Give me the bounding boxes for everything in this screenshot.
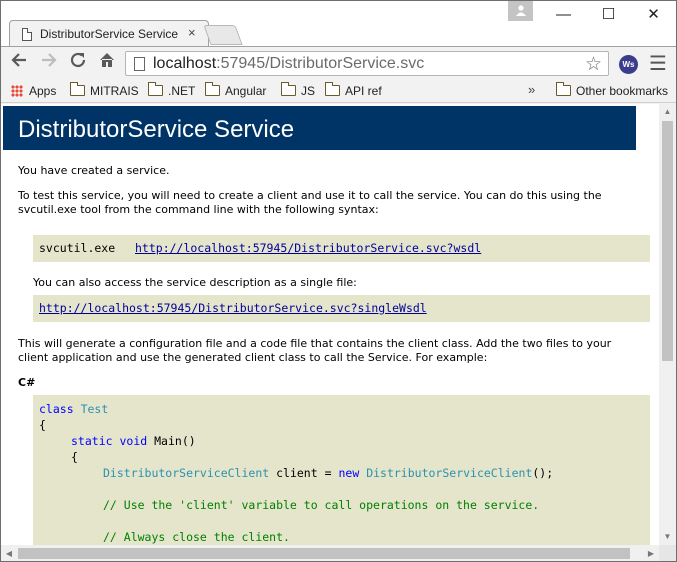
vertical-scrollbar[interactable]: ▲ ▼ <box>659 104 676 545</box>
generate-line-1: This will generate a configuration file … <box>18 337 612 350</box>
address-bar[interactable]: localhost:57945/DistributorService.svc ☆ <box>125 51 609 76</box>
url-text[interactable]: localhost:57945/DistributorService.svc <box>153 55 424 73</box>
maximize-button[interactable]: ☐ <box>586 1 631 29</box>
single-file-text: You can also access the service descript… <box>33 276 357 289</box>
svcutil-code-box: svcutil.exe http://localhost:57945/Distr… <box>33 235 650 262</box>
single-wsdl-link[interactable]: http://localhost:57945/DistributorServic… <box>39 301 427 315</box>
browser-window: DistributorService Service × — ☐ ✕ local… <box>0 0 677 562</box>
bookmark-folder[interactable]: JS <box>281 82 315 100</box>
folder-icon <box>556 82 571 96</box>
more-bookmarks-chevron[interactable]: » <box>528 82 535 97</box>
folder-icon <box>281 82 296 96</box>
page-icon <box>22 28 32 41</box>
apps-grid-icon <box>11 85 23 97</box>
code-comment-2: // Always close the client. <box>103 530 290 544</box>
page-title: DistributorService Service <box>18 116 295 143</box>
folder-icon <box>148 82 163 96</box>
folder-icon <box>70 82 85 96</box>
browser-tab[interactable]: DistributorService Service × <box>9 20 209 47</box>
minimize-button[interactable]: — <box>541 1 586 29</box>
back-arrow-icon[interactable] <box>7 51 31 75</box>
horizontal-scrollbar[interactable]: ◀ ▶ <box>1 545 659 561</box>
code-line-brace: { <box>39 418 46 432</box>
tab-title: DistributorService Service <box>40 27 179 41</box>
generate-line-2: client application and use the generated… <box>18 351 488 364</box>
scroll-down-icon[interactable]: ▼ <box>659 529 676 545</box>
home-icon[interactable] <box>95 51 119 75</box>
extension-icon[interactable]: Ws <box>619 55 638 74</box>
new-tab-button[interactable] <box>203 25 243 45</box>
svcutil-command: svcutil.exe <box>39 241 116 255</box>
document-icon <box>134 57 145 71</box>
page-content: DistributorService Service You have crea… <box>1 104 659 545</box>
reload-icon[interactable] <box>66 51 90 75</box>
other-bookmarks[interactable]: Other bookmarks <box>556 82 668 100</box>
scroll-left-icon[interactable]: ◀ <box>1 545 17 561</box>
code-line-main: static void Main() <box>71 434 196 448</box>
bookmark-folder[interactable]: .NET <box>148 82 195 100</box>
bookmark-apps[interactable]: Apps <box>11 82 56 100</box>
menu-icon[interactable]: ☰ <box>649 51 667 76</box>
bookmark-star-icon[interactable]: ☆ <box>585 53 602 76</box>
wsdl-link[interactable]: http://localhost:57945/DistributorServic… <box>135 241 481 255</box>
scrollbar-corner <box>659 545 676 561</box>
csharp-code-box: class Test { static void Main() { Distri… <box>33 395 650 545</box>
instructions-line-2: svcutil.exe tool from the command line w… <box>18 203 379 216</box>
bookmark-folder[interactable]: API ref <box>325 82 382 100</box>
code-comment-1: // Use the 'client' variable to call ope… <box>103 498 540 512</box>
bookmarks-bar: Apps MITRAIS .NET Angular JS API ref » O… <box>1 79 676 103</box>
language-heading: C# <box>18 376 36 389</box>
close-window-button[interactable]: ✕ <box>631 1 676 29</box>
page-header: DistributorService Service <box>3 106 636 150</box>
folder-icon <box>205 82 220 96</box>
code-line-client: DistributorServiceClient client = new Di… <box>103 466 554 480</box>
folder-icon <box>325 82 340 96</box>
code-line-inner-brace: { <box>71 450 78 464</box>
single-wsdl-box: http://localhost:57945/DistributorServic… <box>33 295 650 322</box>
horizontal-scroll-thumb[interactable] <box>18 548 630 559</box>
instructions-line-1: To test this service, you will need to c… <box>18 189 602 202</box>
intro-text: You have created a service. <box>18 164 170 177</box>
profile-icon[interactable] <box>508 1 533 21</box>
tab-strip: DistributorService Service × — ☐ ✕ <box>1 1 676 47</box>
bookmark-folder[interactable]: MITRAIS <box>70 82 139 100</box>
scroll-right-icon[interactable]: ▶ <box>643 545 659 561</box>
vertical-scroll-thumb[interactable] <box>662 121 673 361</box>
tab-close-icon[interactable]: × <box>188 25 196 40</box>
bookmark-folder[interactable]: Angular <box>205 82 266 100</box>
forward-arrow-icon[interactable] <box>37 51 61 75</box>
browser-toolbar: localhost:57945/DistributorService.svc ☆… <box>1 46 676 79</box>
scroll-up-icon[interactable]: ▲ <box>659 104 676 120</box>
code-line-class: class Test <box>39 402 109 416</box>
